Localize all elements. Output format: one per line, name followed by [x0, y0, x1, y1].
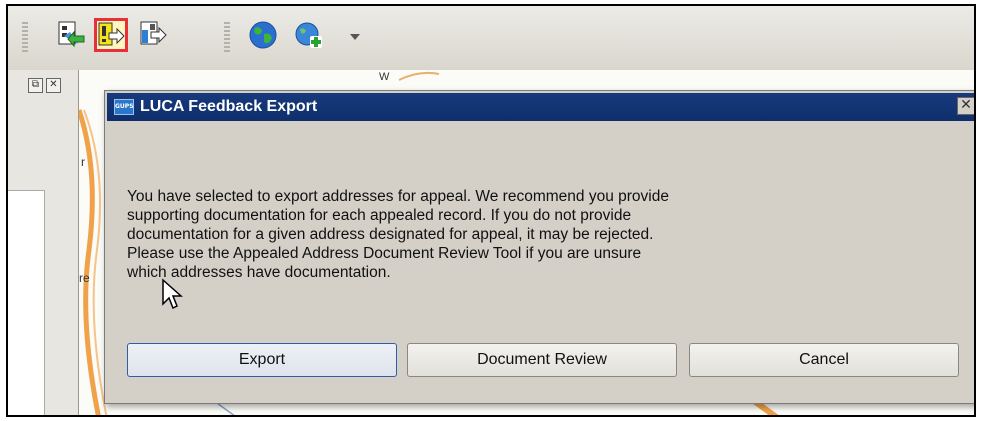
float-panel-icon[interactable]: ⧉ [28, 78, 43, 93]
toolbar [8, 6, 974, 71]
toolbar-grip[interactable] [224, 22, 230, 54]
export-icon [98, 22, 125, 46]
globe-button[interactable] [246, 18, 280, 52]
luca-feedback-export-dialog: GUPS LUCA Feedback Export ✕ You have sel… [104, 90, 974, 404]
import-icon [58, 21, 85, 48]
cancel-button[interactable]: Cancel [689, 343, 959, 377]
chevron-down-icon[interactable] [350, 34, 360, 40]
map-label: re [79, 271, 90, 285]
export-button[interactable] [94, 18, 128, 52]
map-label: W [379, 71, 390, 83]
add-layer-icon [295, 22, 322, 48]
dialog-titlebar[interactable]: GUPS LUCA Feedback Export ✕ [107, 93, 974, 121]
globe-icon [249, 21, 277, 49]
gups-logo-icon: GUPS [114, 99, 134, 115]
export-button[interactable]: Export [127, 343, 397, 377]
map-label: r [81, 155, 85, 169]
dialog-message: You have selected to export addresses fo… [127, 188, 669, 281]
add-layer-button[interactable] [292, 18, 326, 52]
app-window: ⧉ ✕ W r re GUPS LUCA Feedback Export ✕ Y… [6, 4, 976, 417]
mouse-cursor-icon [162, 278, 183, 310]
document-review-icon [140, 21, 167, 45]
document-review-button[interactable]: Document Review [407, 343, 677, 377]
document-review-button[interactable] [136, 18, 170, 52]
close-button[interactable]: ✕ [957, 97, 974, 115]
import-button[interactable] [54, 18, 88, 52]
map-road [398, 71, 440, 81]
close-panel-icon[interactable]: ✕ [46, 78, 61, 93]
panel-content [8, 190, 45, 415]
side-panel: ⧉ ✕ [8, 70, 79, 415]
toolbar-grip[interactable] [22, 22, 28, 54]
dialog-title: LUCA Feedback Export [140, 98, 318, 115]
